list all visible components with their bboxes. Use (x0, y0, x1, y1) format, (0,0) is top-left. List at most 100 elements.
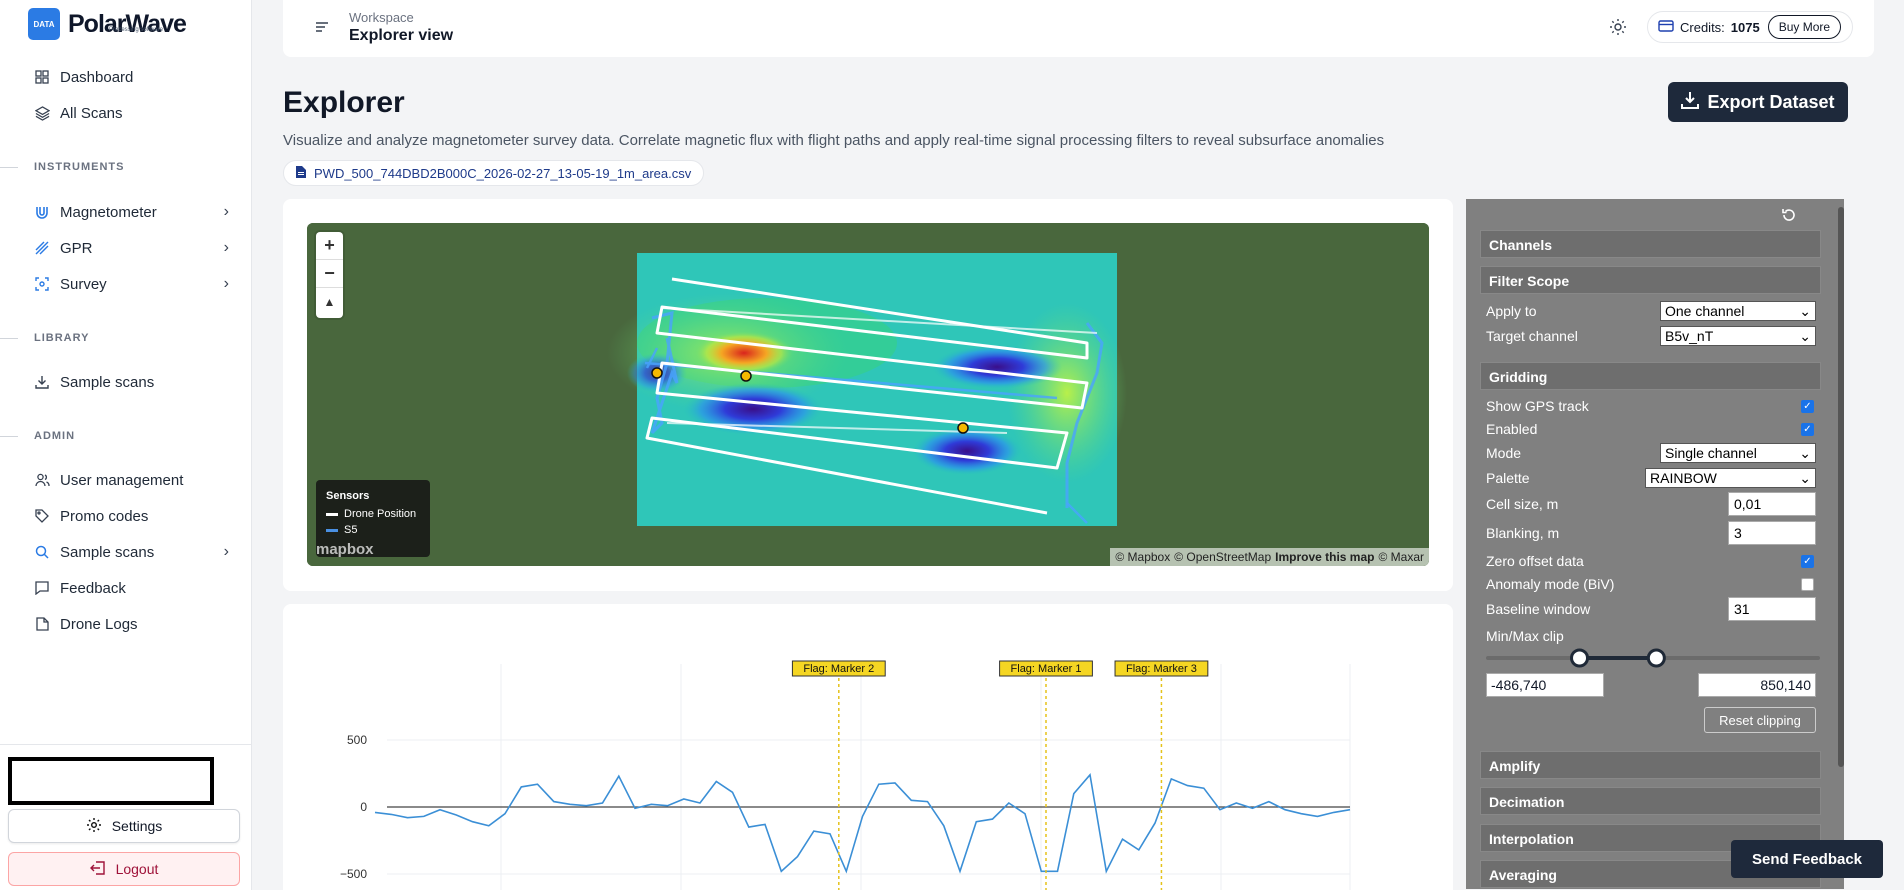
nav-drone-logs[interactable]: Drone Logs (34, 610, 229, 638)
row-mode: Mode Single channel ⌄ (1486, 442, 1816, 464)
sensor-marker[interactable] (651, 367, 663, 379)
mapbox-logo[interactable]: mapbox (316, 541, 374, 558)
baseline-label: Baseline window (1486, 601, 1591, 617)
mode-select[interactable]: Single channel ⌄ (1660, 443, 1816, 463)
legend-entry: Drone Position (326, 508, 420, 520)
show-gps-checkbox[interactable]: ✓ (1801, 399, 1814, 413)
y-tick-label: 0 (360, 800, 367, 814)
heatmap-blob (1007, 303, 1127, 483)
chart-card: 500 0 −500 Flag: Marker 2 Flag: Marker 1 Flag… (283, 604, 1453, 890)
sun-icon[interactable] (1609, 18, 1627, 41)
menu-icon[interactable] (315, 20, 329, 38)
chevron-down-icon: ⌄ (1799, 327, 1811, 344)
anomaly-label: Anomaly mode (BiV) (1486, 576, 1615, 592)
sensor-marker[interactable] (740, 370, 752, 382)
panel-scrollbar[interactable] (1838, 207, 1844, 767)
slider-handle-max[interactable] (1646, 648, 1666, 668)
section-channels[interactable]: Channels (1480, 230, 1821, 258)
section-gridding[interactable]: Gridding (1480, 362, 1821, 390)
file-chip[interactable]: PWD_500_744DBD2B000C_2026-02-27_13-05-19… (283, 160, 705, 186)
series-line (374, 772, 1351, 874)
download-icon (1681, 91, 1700, 114)
zero-offset-checkbox[interactable]: ✓ (1801, 554, 1814, 568)
nav-label: User management (60, 471, 184, 489)
attrib-mapbox[interactable]: © Mapbox (1115, 550, 1170, 564)
brand-logo[interactable]: DATA PolarWave (28, 8, 187, 40)
marker-label: Flag: Marker 1 (1011, 663, 1082, 675)
nav-feedback[interactable]: Feedback (34, 574, 229, 602)
sensor-marker[interactable] (957, 422, 969, 434)
search-icon (34, 544, 50, 560)
sidebar: DATA PolarWave Processing software Dashb… (0, 0, 252, 890)
nav-library-sample-scans[interactable]: Sample scans (34, 368, 229, 396)
settings-button[interactable]: Settings (8, 809, 240, 843)
nav-label: All Scans (60, 104, 123, 122)
tag-icon (34, 508, 50, 524)
reset-icon[interactable] (1781, 207, 1797, 228)
scan-icon (34, 276, 50, 292)
grid-icon (34, 69, 50, 85)
attrib-osm[interactable]: © OpenStreetMap (1174, 550, 1271, 564)
nav-label: GPR (60, 239, 93, 257)
nav-label: Feedback (60, 579, 126, 597)
compass-button[interactable]: ▲ (316, 288, 343, 316)
section-amplify[interactable]: Amplify (1480, 751, 1821, 779)
mode-label: Mode (1486, 445, 1522, 461)
palette-select[interactable]: RAINBOW ⌄ (1645, 468, 1816, 488)
buy-more-button[interactable]: Buy More (1767, 15, 1842, 39)
apply-to-select[interactable]: One channel ⌄ (1660, 301, 1816, 321)
cell-size-input[interactable]: 0,01 (1728, 492, 1816, 516)
blanking-label: Blanking, m (1486, 525, 1560, 541)
zoom-in-button[interactable]: + (316, 232, 343, 260)
clip-slider[interactable] (1486, 648, 1820, 668)
select-value: RAINBOW (1650, 470, 1717, 486)
nav-magnetometer[interactable]: Magnetometer › (34, 198, 229, 226)
users-icon (34, 472, 50, 488)
logout-label: Logout (115, 861, 159, 877)
nav-gpr[interactable]: GPR › (34, 234, 229, 262)
target-channel-label: Target channel (1486, 328, 1578, 344)
map-layer (307, 223, 1429, 566)
settings-label: Settings (111, 818, 163, 834)
nav-promo-codes[interactable]: Promo codes (34, 502, 229, 530)
mapbox-logo-text: mapbox (316, 541, 374, 558)
logout-button[interactable]: Logout (8, 852, 240, 886)
nav-label: Sample scans (60, 373, 155, 391)
slider-handle-min[interactable] (1570, 648, 1590, 668)
divider (0, 436, 18, 437)
reset-clipping-button[interactable]: Reset clipping (1704, 707, 1816, 733)
section-library: LIBRARY (34, 332, 90, 344)
export-dataset-button[interactable]: Export Dataset (1668, 82, 1848, 122)
clip-max-input[interactable]: 850,140 (1698, 673, 1816, 697)
card-icon (1658, 19, 1674, 35)
attrib-maxar[interactable]: © Maxar (1378, 550, 1424, 564)
map-view[interactable]: + − ▲ Sensors Drone Position S5 mapbox ©… (307, 223, 1429, 566)
section-decimation[interactable]: Decimation (1480, 787, 1821, 815)
enabled-checkbox[interactable]: ✓ (1801, 422, 1814, 436)
nav-survey[interactable]: Survey › (34, 270, 229, 298)
map-attribution: © Mapbox © OpenStreetMap Improve this ma… (1110, 548, 1429, 566)
row-anomaly-mode: Anomaly mode (BiV) (1486, 573, 1816, 595)
nav-all-scans[interactable]: All Scans (34, 99, 229, 127)
nav-admin-sample-scans[interactable]: Sample scans › (34, 538, 229, 566)
clip-min-input[interactable]: -486,740 (1486, 673, 1604, 697)
palette-label: Palette (1486, 470, 1530, 486)
baseline-input[interactable]: 31 (1728, 597, 1816, 621)
send-feedback-button[interactable]: Send Feedback (1731, 840, 1883, 878)
chevron-right-icon: › (223, 543, 229, 560)
attrib-improve[interactable]: Improve this map (1275, 550, 1374, 564)
signal-chart[interactable]: 500 0 −500 Flag: Marker 2 Flag: Marker 1 Flag… (283, 604, 1453, 890)
logo-badge: DATA (28, 8, 60, 40)
blanking-input[interactable]: 3 (1728, 521, 1816, 545)
anomaly-checkbox[interactable] (1801, 577, 1814, 591)
zoom-out-button[interactable]: − (316, 260, 343, 288)
nav-dashboard[interactable]: Dashboard (34, 63, 229, 91)
zero-offset-label: Zero offset data (1486, 553, 1584, 569)
gpr-icon (34, 240, 50, 256)
nav-user-management[interactable]: User management (34, 466, 229, 494)
view-title: Explorer view (349, 27, 454, 44)
marker-label: Flag: Marker 3 (1126, 663, 1197, 675)
section-filter-scope[interactable]: Filter Scope (1480, 266, 1821, 294)
nav-label: Dashboard (60, 68, 134, 86)
target-channel-select[interactable]: B5v_nT ⌄ (1660, 326, 1816, 346)
